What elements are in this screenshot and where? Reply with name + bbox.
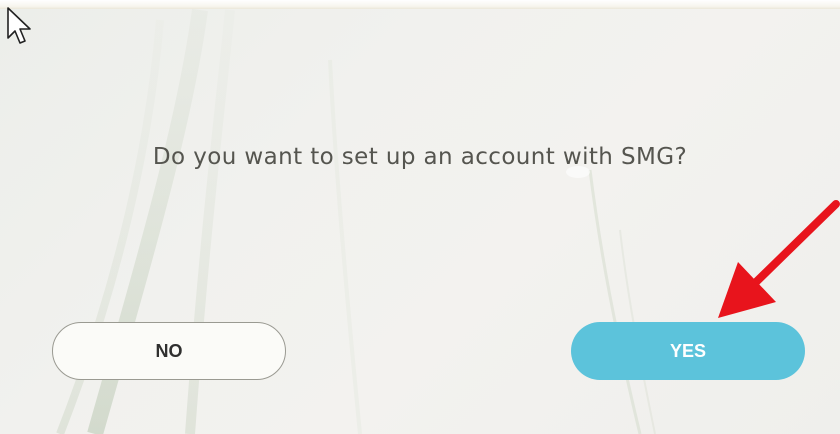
red-arrow-icon bbox=[718, 200, 840, 318]
dialog-question: Do you want to set up an account with SM… bbox=[152, 144, 688, 170]
no-button-label: NO bbox=[155, 340, 183, 361]
mouse-pointer-icon bbox=[7, 7, 31, 44]
no-button[interactable]: NO bbox=[52, 322, 286, 380]
account-setup-dialog: Do you want to set up an account with SM… bbox=[0, 0, 840, 434]
yes-button[interactable]: YES bbox=[571, 322, 805, 380]
yes-button-label: YES bbox=[669, 340, 707, 361]
